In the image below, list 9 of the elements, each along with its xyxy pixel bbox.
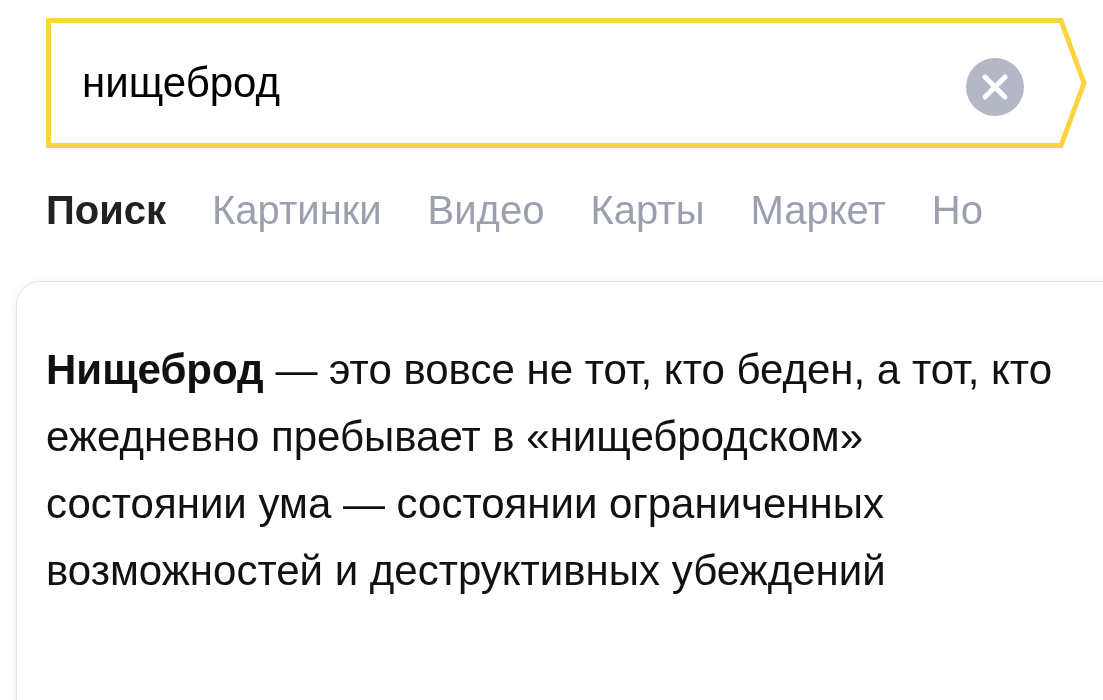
tab[interactable]: Карты xyxy=(590,188,705,233)
definition-text: Нищеброд — это вовсе не тот, кто беден, а тот, кто ежедневно пребывает в «нищебродском» состоянии ума — состоянии ограниченных возможностей и деструктивных убеждений xyxy=(46,345,1053,596)
tab[interactable]: Видео xyxy=(427,188,545,233)
tab[interactable]: Но xyxy=(931,188,983,233)
tab[interactable]: Поиск xyxy=(46,188,167,233)
tab[interactable]: Маркет xyxy=(750,188,886,233)
clear-icon[interactable] xyxy=(966,58,1024,116)
search-field[interactable]: нищеброд xyxy=(46,18,1088,148)
tab[interactable]: Картинки xyxy=(212,188,382,233)
